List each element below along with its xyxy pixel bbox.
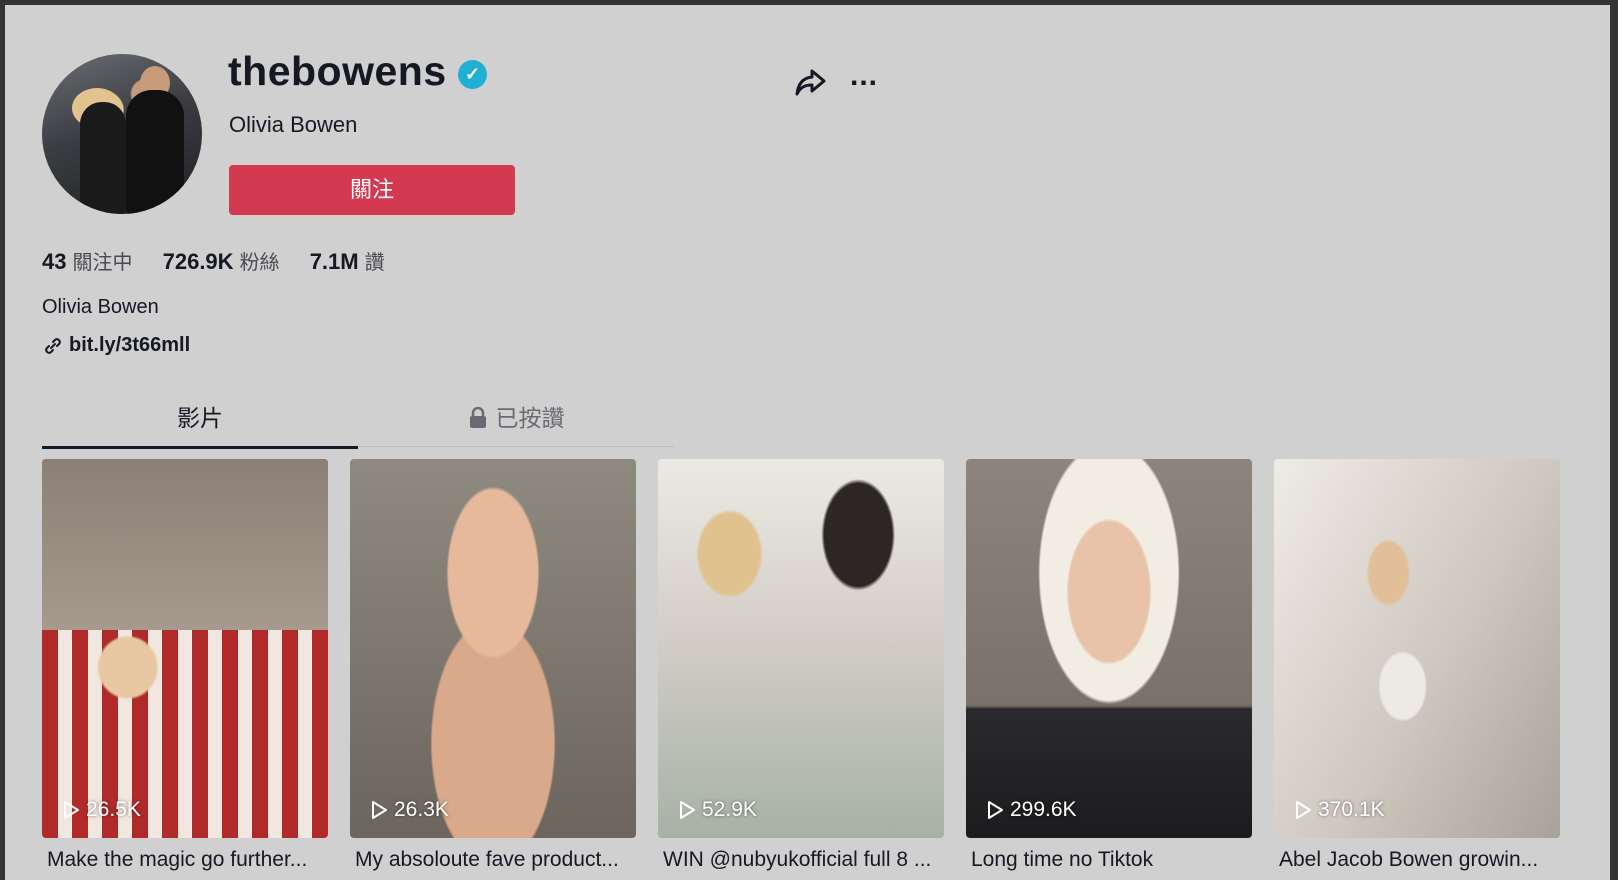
window-frame-right [1610, 0, 1618, 880]
tab-liked-label: 已按讚 [495, 406, 565, 432]
view-count: 26.3K [370, 798, 449, 822]
follow-button[interactable]: 關注 [229, 165, 515, 215]
view-count: 299.6K [986, 798, 1077, 822]
likes-count: 7.1M [309, 249, 359, 274]
view-count-text: 370.1K [1318, 798, 1385, 821]
video-caption[interactable]: My absoloute fave product... [355, 848, 655, 872]
view-count-text: 26.5K [86, 798, 141, 821]
window-frame-left [0, 0, 5, 880]
share-icon[interactable] [792, 64, 828, 100]
video-caption[interactable]: Abel Jacob Bowen growin... [1279, 848, 1579, 872]
profile-link[interactable]: bit.ly/3t66mll [42, 334, 190, 357]
verified-badge-icon: ✓ [458, 60, 487, 89]
view-count-text: 299.6K [1010, 798, 1077, 821]
play-icon [1296, 801, 1311, 819]
window-frame-top [0, 0, 1618, 5]
link-icon [45, 337, 61, 354]
play-icon [988, 801, 1003, 819]
avatar-figure-left [80, 102, 126, 214]
followers-count: 726.9K [162, 249, 234, 274]
likes-label: 讚 [364, 250, 385, 274]
avatar-figure-right [126, 90, 184, 214]
view-count: 26.5K [62, 798, 141, 822]
following-label: 關注中 [72, 250, 133, 274]
lock-icon [469, 407, 486, 428]
play-icon [372, 801, 387, 819]
profile-stats: 43 關注中 726.9K 粉絲 7.1M 讚 [42, 246, 409, 275]
video-card[interactable]: 26.5K Make the magic go further... [42, 459, 328, 872]
video-caption[interactable]: WIN @nubyukofficial full 8 ... [663, 848, 963, 872]
followers-stat[interactable]: 726.9K 粉絲 [163, 249, 286, 274]
video-card[interactable]: 52.9K WIN @nubyukofficial full 8 ... [658, 459, 944, 872]
video-caption[interactable]: Make the magic go further... [47, 848, 347, 872]
profile-username: thebowens [228, 48, 447, 94]
profile-bio: Olivia Bowen [42, 296, 159, 318]
view-count: 52.9K [678, 798, 757, 822]
view-count-text: 52.9K [702, 798, 757, 821]
video-caption[interactable]: Long time no Tiktok [971, 848, 1271, 872]
following-count: 43 [42, 249, 67, 274]
following-stat[interactable]: 43 關注中 [42, 249, 139, 274]
followers-label: 粉絲 [239, 250, 280, 274]
video-thumbnail[interactable]: 26.3K [350, 459, 636, 838]
play-icon [64, 801, 79, 819]
view-count: 370.1K [1294, 798, 1385, 822]
video-card[interactable]: 299.6K Long time no Tiktok [966, 459, 1252, 872]
tab-videos[interactable]: 影片 [42, 400, 358, 449]
profile-nickname: Olivia Bowen [229, 112, 358, 137]
video-thumbnail[interactable]: 370.1K [1274, 459, 1560, 838]
video-thumbnail[interactable]: 299.6K [966, 459, 1252, 838]
more-options-icon[interactable]: ... [850, 61, 886, 102]
profile-link-text: bit.ly/3t66mll [69, 334, 191, 356]
avatar[interactable] [42, 54, 202, 214]
video-card[interactable]: 370.1K Abel Jacob Bowen growin... [1274, 459, 1560, 872]
video-thumbnail[interactable]: 52.9K [658, 459, 944, 838]
video-card[interactable]: 26.3K My absoloute fave product... [350, 459, 636, 872]
view-count-text: 26.3K [394, 798, 449, 821]
likes-stat: 7.1M 讚 [310, 249, 385, 274]
play-icon [680, 801, 695, 819]
tab-liked[interactable]: 已按讚 [358, 400, 674, 446]
video-thumbnail[interactable]: 26.5K [42, 459, 328, 838]
